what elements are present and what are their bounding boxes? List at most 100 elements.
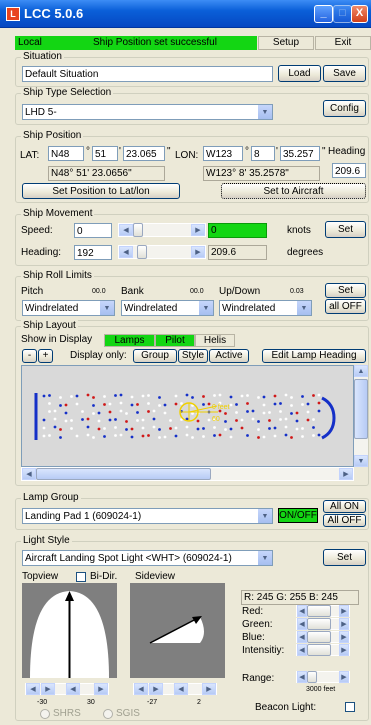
arrow-right-icon[interactable]: ▶ [94,683,108,695]
green-slider[interactable]: ◀ ▶ [296,618,350,630]
chevron-down-icon[interactable]: ▼ [198,301,213,315]
ship-layout-canvas[interactable]: 0 feet 60 [21,365,354,467]
active-button[interactable]: Active [209,349,249,363]
arrow-right-icon[interactable]: ▶ [339,644,349,656]
slider-thumb[interactable] [133,223,143,237]
maximize-button[interactable]: □ [333,5,352,23]
lat-minutes-field[interactable]: 51 [92,146,118,161]
intensity-slider[interactable]: ◀ ▶ [296,644,350,656]
arrow-left-icon[interactable]: ◀ [134,683,148,695]
situation-field[interactable]: Default Situation [22,66,273,82]
beacon-checkbox[interactable] [345,702,355,712]
sideview-slider[interactable]: ◀ ▶ ◀ ▶ [133,683,217,695]
arrow-left-icon[interactable]: ◀ [119,224,133,236]
movement-set-button[interactable]: Set [325,221,366,238]
setup-button[interactable]: Setup [258,36,314,50]
arrow-right-icon[interactable]: ▶ [339,671,349,683]
arrow-up-icon[interactable]: ▲ [354,365,368,377]
arrow-right-icon[interactable]: ▶ [339,605,349,617]
slider-thumb[interactable] [307,671,317,683]
layout-vertical-scrollbar[interactable]: ▲ ▼ [354,365,368,467]
load-button[interactable]: Load [278,65,321,82]
movement-heading-field[interactable]: 192 [74,245,112,260]
arrow-left-icon[interactable]: ◀ [297,618,307,630]
arrow-left-icon[interactable]: ◀ [297,631,307,643]
blue-slider[interactable]: ◀ ▶ [296,631,350,643]
pitch-mode-select[interactable]: Windrelated ▼ [22,300,115,316]
arrow-left-icon[interactable]: ◀ [174,683,188,695]
onoff-toggle[interactable]: ON/OFF [278,508,318,523]
arrow-right-icon[interactable]: ▶ [202,683,216,695]
lat-hemisphere-field[interactable]: N48 [48,146,84,161]
speed-field[interactable]: 0 [74,223,112,238]
arrow-right-icon[interactable]: ▶ [339,468,353,480]
speed-slider[interactable]: ◀ ▶ [118,223,206,237]
chevron-down-icon[interactable]: ▼ [257,105,272,119]
arrow-left-icon[interactable]: ◀ [26,683,40,695]
arrow-down-icon[interactable]: ▼ [354,455,368,467]
red-slider[interactable]: ◀ ▶ [296,605,350,617]
slider-thumb[interactable] [307,631,331,643]
arrow-right-icon[interactable]: ▶ [191,246,205,258]
layout-horizontal-scrollbar[interactable]: ◀ ▶ [21,467,354,481]
arrow-right-icon[interactable]: ▶ [339,631,349,643]
lon-minutes-field[interactable]: 8 [251,146,275,161]
scroll-thumb[interactable] [36,468,211,480]
arrow-left-icon[interactable]: ◀ [297,605,307,617]
updown-mode-select[interactable]: Windrelated ▼ [219,300,312,316]
lon-hemisphere-field[interactable]: W123 [203,146,243,161]
zoom-in-button[interactable]: + [38,349,53,363]
set-latlon-button[interactable]: Set Position to Lat/lon [22,183,180,199]
slider-thumb[interactable] [137,245,147,259]
arrow-left-icon[interactable]: ◀ [297,671,307,683]
lamps-toggle[interactable]: Lamps [104,334,155,347]
ship-type-select[interactable]: LHD 5- ▼ [22,104,273,120]
range-slider[interactable]: ◀ ▶ [296,671,350,683]
arrow-right-icon[interactable]: ▶ [41,683,55,695]
zoom-out-button[interactable]: - [22,349,37,363]
shrs-radio[interactable] [40,709,50,719]
chevron-down-icon[interactable]: ▼ [257,509,272,523]
arrow-left-icon[interactable]: ◀ [119,246,133,258]
all-on-button[interactable]: All ON [323,500,366,513]
slider-thumb[interactable] [307,618,331,630]
topview-slider[interactable]: ◀ ▶ ◀ ▶ [25,683,109,695]
arrow-right-icon[interactable]: ▶ [149,683,163,695]
bank-mode-select[interactable]: Windrelated ▼ [121,300,214,316]
chevron-down-icon[interactable]: ▼ [257,551,272,565]
close-button[interactable]: X [351,5,368,23]
group-button[interactable]: Group [133,349,177,363]
slider-thumb[interactable] [307,605,331,617]
bidir-checkbox[interactable] [76,572,86,582]
heading-field[interactable]: 209.6 [332,163,366,178]
roll-set-button[interactable]: Set [325,283,366,298]
arrow-left-icon[interactable]: ◀ [297,644,307,656]
all-off-button[interactable]: All OFF [323,514,366,527]
sgis-radio[interactable] [103,709,113,719]
light-style-select[interactable]: Aircraft Landing Spot Light <WHT> (60902… [22,550,273,566]
save-button[interactable]: Save [323,65,366,82]
exit-button[interactable]: Exit [315,36,371,50]
helis-toggle[interactable]: Helis [195,334,235,347]
pilot-toggle[interactable]: Pilot [155,334,195,347]
heading-slider[interactable]: ◀ ▶ [118,245,206,259]
style-button[interactable]: Style [178,349,208,363]
roll-all-off-button[interactable]: all OFF [325,299,366,314]
lat-seconds-field[interactable]: 23.065 [123,146,165,161]
chevron-down-icon[interactable]: ▼ [296,301,311,315]
config-button[interactable]: Config [323,100,366,117]
lamp-group-select[interactable]: Landing Pad 1 (609024-1) ▼ [22,508,273,524]
arrow-left-icon[interactable]: ◀ [22,468,36,480]
slider-thumb[interactable] [307,644,331,656]
chevron-down-icon[interactable]: ▼ [99,301,114,315]
arrow-right-icon[interactable]: ▶ [339,618,349,630]
heading-label: Heading [328,146,366,157]
arrow-right-icon[interactable]: ▶ [191,224,205,236]
arrow-left-icon[interactable]: ◀ [66,683,80,695]
light-style-set-button[interactable]: Set [323,549,366,566]
minimize-button[interactable]: _ [314,5,333,23]
edit-lamp-heading-button[interactable]: Edit Lamp Heading [262,349,366,363]
lon-seconds-field[interactable]: 35.257 [280,146,320,161]
scroll-thumb[interactable] [354,379,368,439]
set-aircraft-button[interactable]: Set to Aircraft [221,183,366,199]
